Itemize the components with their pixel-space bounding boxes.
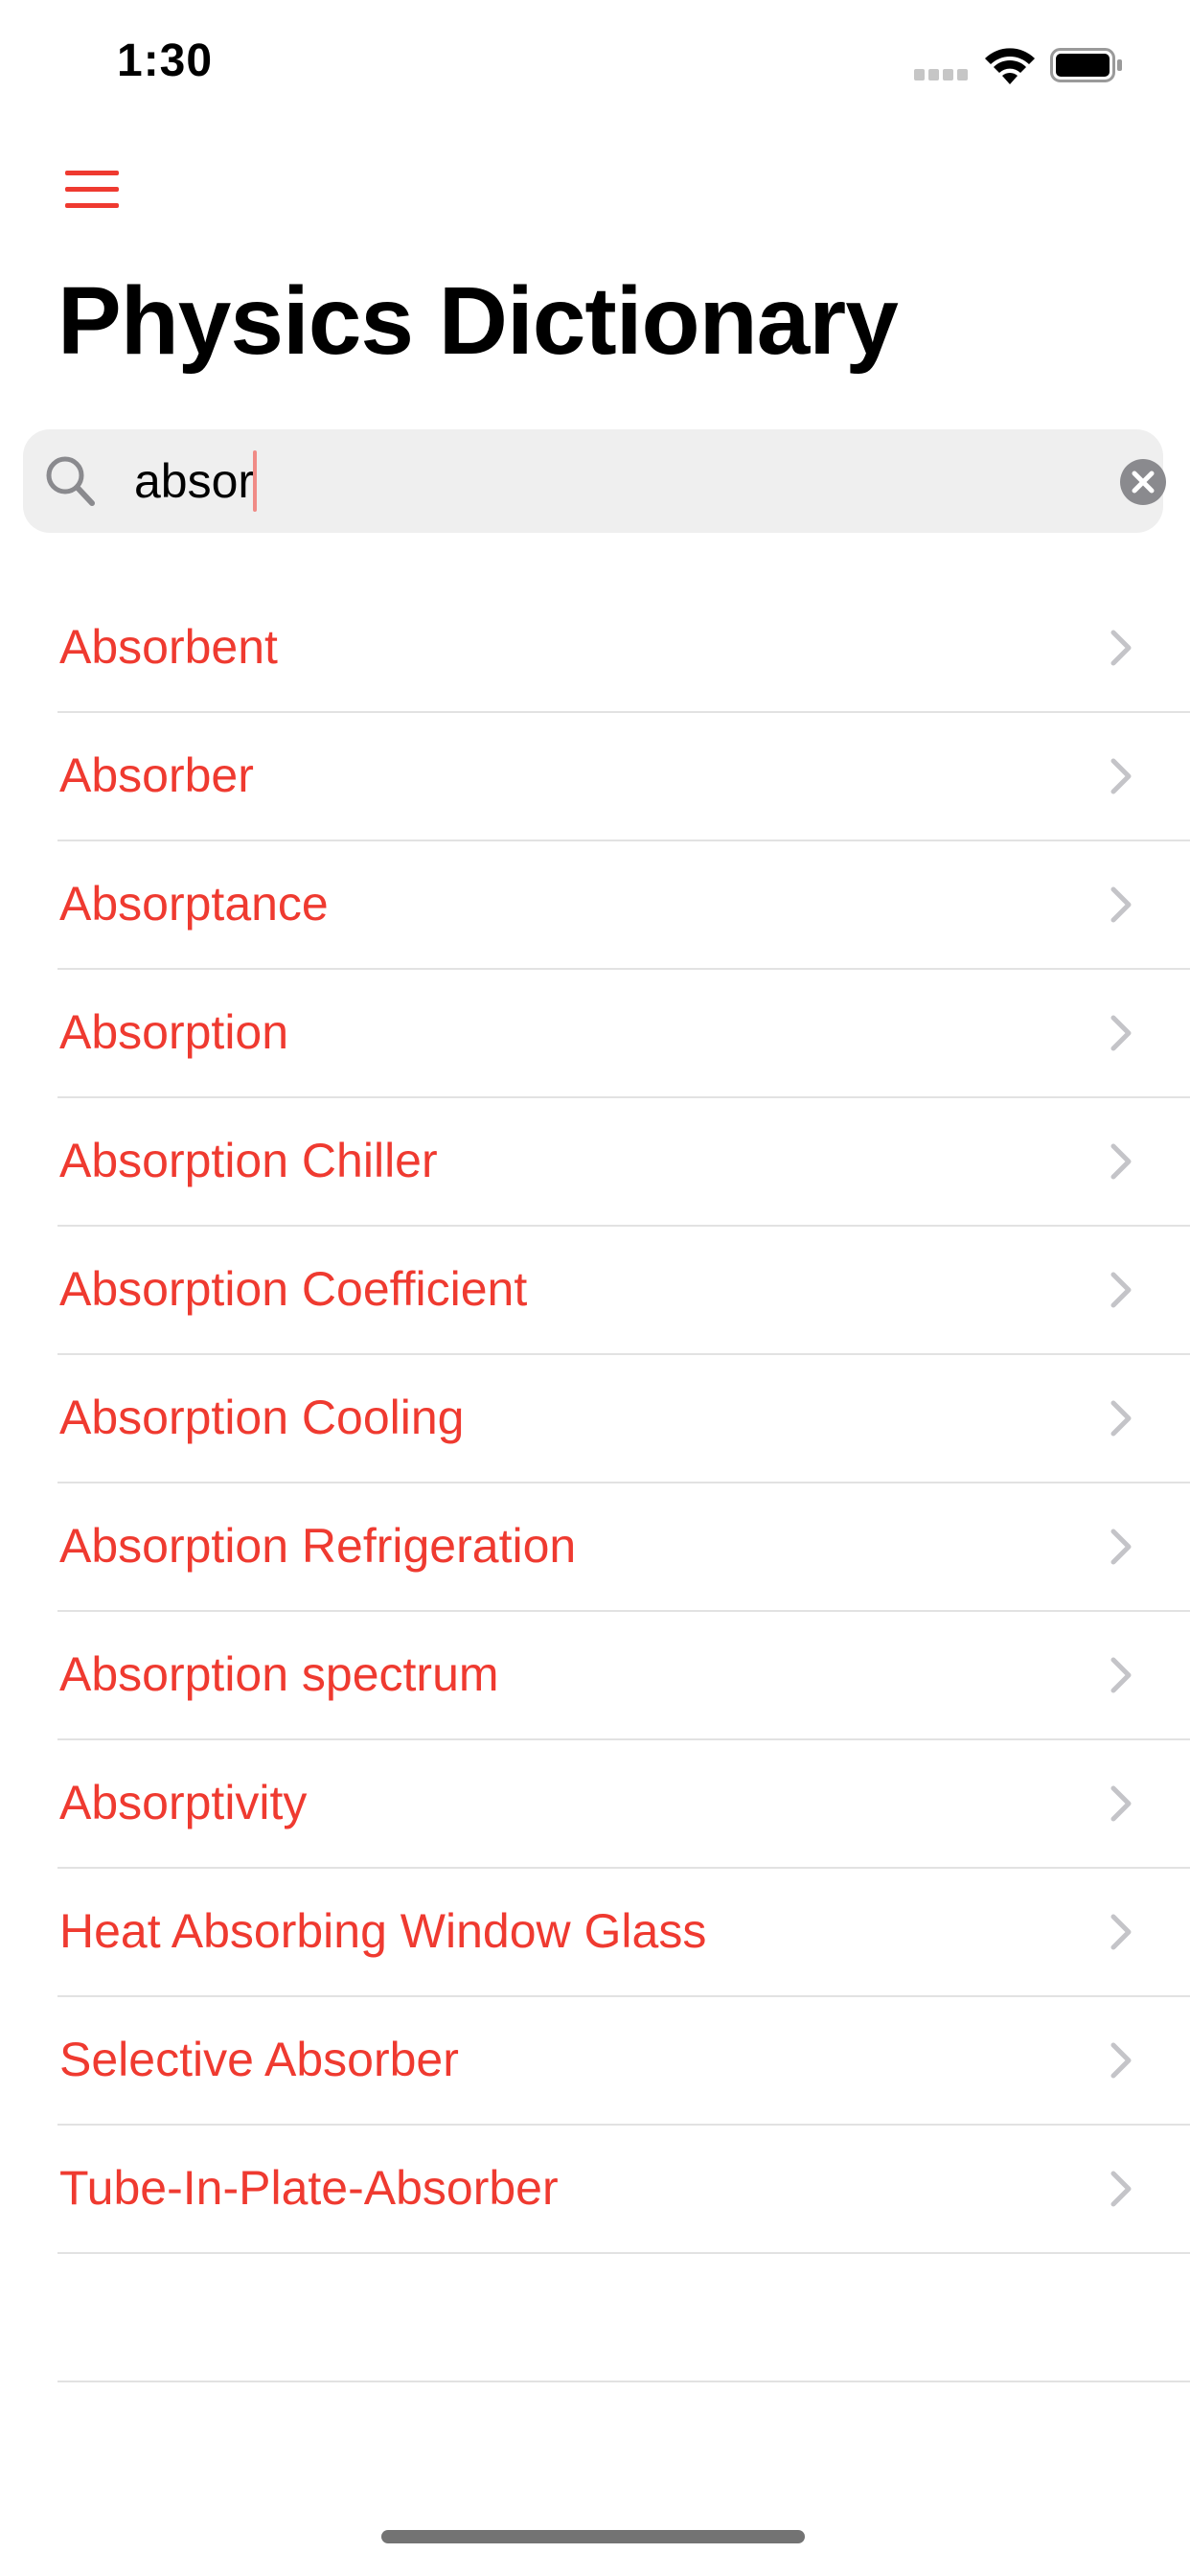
list-item-label: Heat Absorbing Window Glass [59,1904,707,1958]
list-item[interactable]: Absorption Cooling [57,1355,1190,1484]
chevron-right-icon [1110,1015,1132,1051]
list-item-label: Absorption Coefficient [59,1262,528,1316]
chevron-right-icon [1110,1657,1132,1693]
search-input[interactable] [111,443,1092,519]
list-item-label: Absorbent [59,620,278,674]
chevron-right-icon [1110,630,1132,666]
list-item[interactable]: Tube-In-Plate-Absorber [57,2126,1190,2254]
list-item-label: Absorptivity [59,1776,308,1829]
list-item[interactable]: Absorption [57,970,1190,1098]
status-time: 1:30 [117,35,214,86]
list-item-label: Tube-In-Plate-Absorber [59,2161,559,2215]
chevron-right-icon [1110,886,1132,923]
chevron-right-icon [1110,1529,1132,1565]
list-item[interactable]: Absorption spectrum [57,1612,1190,1740]
battery-icon [1050,48,1122,82]
list-item[interactable]: Absorbent [57,585,1190,713]
list-item[interactable]: Selective Absorber [57,1997,1190,2126]
cellular-signal-icon [914,69,968,82]
list-item[interactable]: Absorption Coefficient [57,1227,1190,1355]
chevron-right-icon [1110,1143,1132,1180]
list-item-label: Absorber [59,748,254,802]
search-bar[interactable] [23,429,1166,533]
status-bar: 1:30 [0,0,1190,126]
clear-circle-icon[interactable] [1119,458,1167,506]
page-title: Physics Dictionary [57,267,899,375]
chevron-right-icon [1110,2042,1132,2079]
wifi-icon [985,48,1035,84]
list-item[interactable]: Absorption Refrigeration [57,1484,1190,1612]
list-item[interactable]: Absorber [57,713,1190,841]
search-icon [46,456,95,506]
chevron-right-icon [1110,1914,1132,1950]
empty-list-row [57,2254,1190,2382]
chevron-right-icon [1110,758,1132,794]
chevron-right-icon [1110,1785,1132,1822]
chevron-right-icon [1110,1400,1132,1437]
list-item[interactable]: Heat Absorbing Window Glass [57,1869,1190,1997]
list-item-label: Absorption Chiller [59,1134,438,1187]
results-list: Absorbent Absorber Absorptance Absorptio… [0,585,1190,2382]
list-item-label: Absorption Cooling [59,1391,465,1444]
hamburger-menu-icon[interactable] [57,163,126,217]
list-item-label: Absorption Refrigeration [59,1519,577,1573]
list-item[interactable]: Absorption Chiller [57,1098,1190,1227]
list-item-label: Selective Absorber [59,2033,459,2086]
text-caret [253,450,257,512]
chevron-right-icon [1110,1272,1132,1308]
home-indicator[interactable] [381,2530,805,2543]
list-item-label: Absorption [59,1005,289,1059]
list-item[interactable]: Absorptivity [57,1740,1190,1869]
list-item[interactable]: Absorptance [57,841,1190,970]
chevron-right-icon [1110,2171,1132,2207]
list-item-label: Absorptance [59,877,329,931]
list-item-label: Absorption spectrum [59,1647,499,1701]
